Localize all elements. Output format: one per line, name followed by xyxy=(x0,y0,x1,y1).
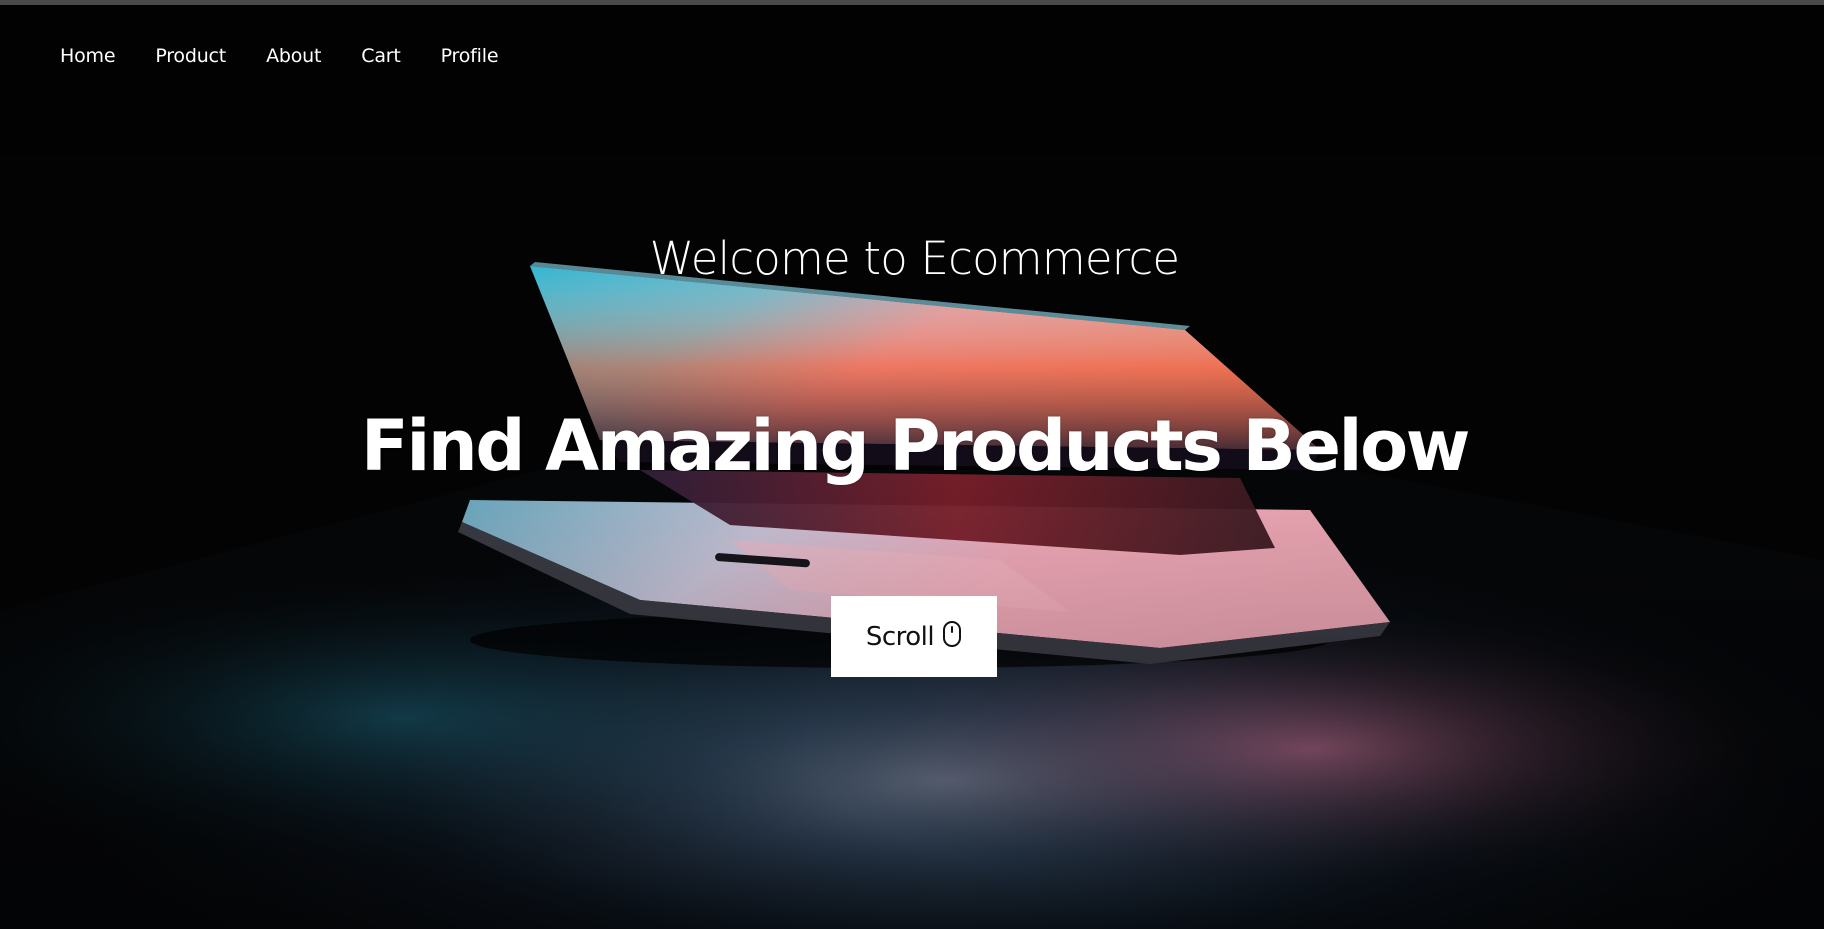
nav-link-product[interactable]: Product xyxy=(155,45,226,67)
browser-top-border xyxy=(0,0,1824,5)
scroll-button-label: Scroll xyxy=(865,621,935,652)
welcome-heading: Welcome to Ecommerce xyxy=(649,232,1180,285)
nav-link-about[interactable]: About xyxy=(266,45,321,67)
nav-link-profile[interactable]: Profile xyxy=(441,45,499,67)
scroll-button[interactable]: Scroll xyxy=(831,596,997,677)
nav-link-cart[interactable]: Cart xyxy=(361,45,401,67)
hero-headline: Find Amazing Products Below xyxy=(360,405,1471,487)
nav-link-home[interactable]: Home xyxy=(60,45,116,67)
landing-page: Home Product About Cart Profile Welcome … xyxy=(0,0,1824,929)
top-navigation: Home Product About Cart Profile xyxy=(0,0,1824,105)
mouse-icon xyxy=(942,620,962,648)
